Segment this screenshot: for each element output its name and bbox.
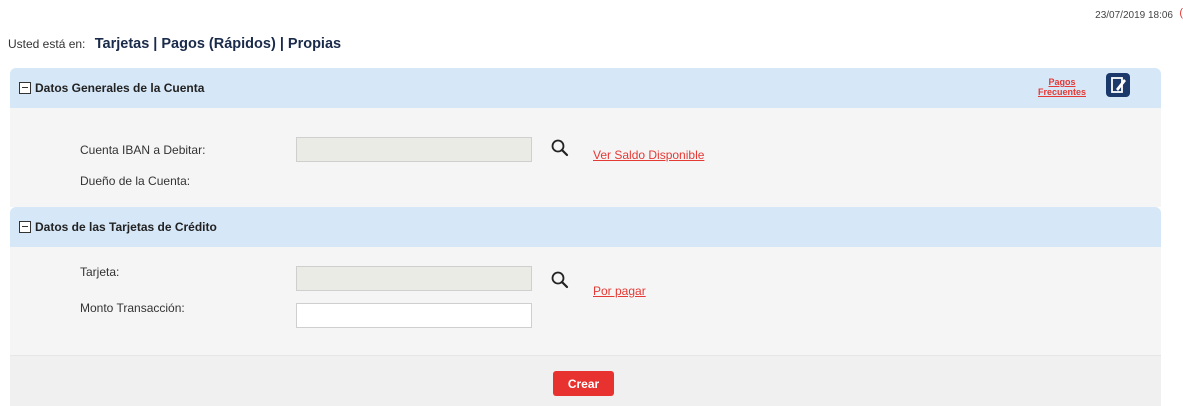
- logout-indicator-icon[interactable]: (: [1179, 7, 1183, 19]
- pagos-frecuentes-line1: Pagos: [1048, 77, 1076, 87]
- tarjeta-input[interactable]: [296, 266, 532, 291]
- monto-transaccion-input[interactable]: [296, 303, 532, 328]
- crear-button[interactable]: Crear: [553, 371, 614, 396]
- breadcrumb-prefix: Usted está en:: [8, 37, 86, 51]
- timestamp: 23/07/2019 18:06: [1095, 10, 1173, 21]
- cuenta-iban-input[interactable]: [296, 137, 532, 162]
- por-pagar-link[interactable]: Por pagar: [593, 284, 646, 298]
- section-title-tarjetas: Datos de las Tarjetas de Crédito: [35, 220, 217, 234]
- monto-transaccion-label: Monto Transacción:: [80, 301, 185, 315]
- pagos-frecuentes-line2: Frecuentes: [1037, 87, 1086, 97]
- dueno-cuenta-label: Dueño de la Cuenta:: [80, 174, 191, 188]
- section-body-cuenta: [10, 108, 1161, 207]
- breadcrumb-path: Tarjetas | Pagos (Rápidos) | Propias: [94, 36, 342, 52]
- breadcrumb: Usted está en: Tarjetas | Pagos (Rápidos…: [8, 36, 341, 52]
- tarjeta-label: Tarjeta:: [80, 265, 120, 279]
- ver-saldo-link[interactable]: Ver Saldo Disponible: [593, 148, 704, 162]
- section-header-tarjetas: Datos de las Tarjetas de Crédito: [10, 207, 1161, 247]
- pagos-frecuentes-link[interactable]: Pagos Frecuentes: [1038, 77, 1086, 97]
- section-header-cuenta: Datos Generales de la Cuenta: [10, 68, 1161, 108]
- cuenta-iban-label: Cuenta IBAN a Debitar:: [80, 143, 206, 157]
- collapse-minus-icon[interactable]: [19, 82, 31, 94]
- collapse-minus-icon[interactable]: [19, 221, 31, 233]
- search-icon[interactable]: [550, 138, 570, 158]
- search-icon[interactable]: [550, 270, 570, 290]
- edit-document-icon[interactable]: [1106, 73, 1130, 97]
- section-title-cuenta: Datos Generales de la Cuenta: [35, 81, 205, 95]
